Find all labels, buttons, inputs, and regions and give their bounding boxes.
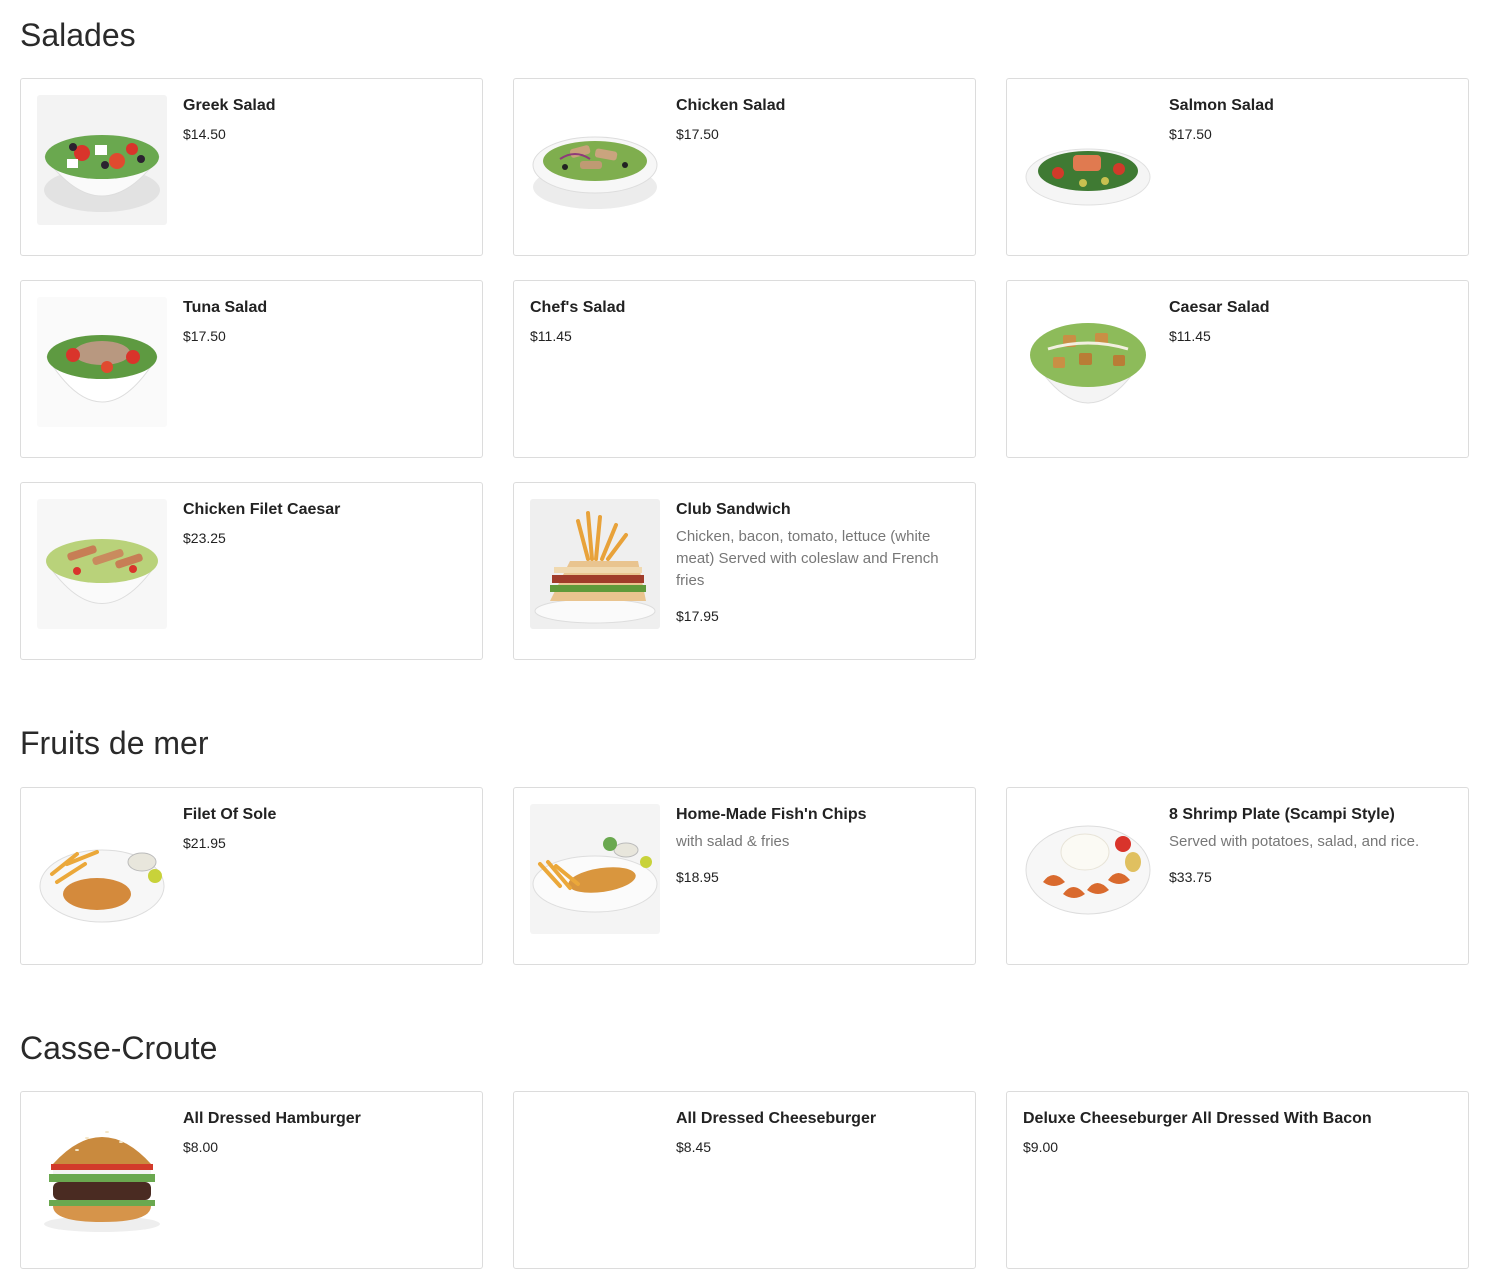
item-price: $11.45: [1169, 328, 1211, 344]
menu-item-card[interactable]: Deluxe Cheeseburger All Dressed With Bac…: [1006, 1091, 1469, 1269]
item-name: Home-Made Fish'n Chips: [676, 806, 867, 823]
menu-item-card[interactable]: Greek Salad $14.50: [20, 78, 483, 256]
item-name: Filet Of Sole: [183, 806, 277, 823]
item-price: $23.25: [183, 530, 226, 546]
item-price: $9.00: [1023, 1139, 1059, 1155]
greek-salad-photo: [37, 95, 167, 225]
caesar-salad-photo: [1023, 297, 1153, 427]
item-name: Caesar Salad: [1169, 299, 1270, 316]
item-price: $11.45: [530, 328, 572, 344]
menu-item-card[interactable]: Salmon Salad $17.50: [1006, 78, 1469, 256]
section-fruits-de-mer: Fruits de mer Filet Of Sole $21.95 Home-…: [20, 660, 1470, 965]
menu-item-card[interactable]: 8 Shrimp Plate (Scampi Style) Served wit…: [1006, 787, 1469, 965]
section-casse-croute: Casse-Croute All Dressed Hamburger $8.00…: [20, 965, 1470, 1269]
menu-item-card[interactable]: Chicken Salad $17.50: [513, 78, 976, 256]
item-name: Salmon Salad: [1169, 97, 1274, 114]
menu: Salades Greek Salad $14.50 Chicken Salad…: [20, 0, 1470, 1269]
item-price: $8.45: [676, 1139, 712, 1155]
fish-and-chips-photo: [530, 804, 660, 934]
item-price: $17.95: [676, 608, 719, 624]
section-title: Salades: [20, 17, 136, 53]
hamburger-photo: [37, 1108, 167, 1238]
item-name: Chicken Filet Caesar: [183, 501, 341, 518]
item-name: 8 Shrimp Plate (Scampi Style): [1169, 806, 1395, 823]
club-sandwich-photo: [530, 499, 660, 629]
item-name: Chicken Salad: [676, 97, 786, 114]
item-price: $17.50: [183, 328, 226, 344]
item-price: $14.50: [183, 126, 226, 142]
chicken-filet-caesar-photo: [37, 499, 167, 629]
tuna-salad-photo: [37, 297, 167, 427]
item-price: $33.75: [1169, 869, 1212, 885]
menu-item-card[interactable]: Home-Made Fish'n Chips with salad & frie…: [513, 787, 976, 965]
salmon-salad-photo: [1023, 95, 1153, 225]
item-name: Greek Salad: [183, 97, 276, 114]
item-name: Club Sandwich: [676, 501, 791, 518]
item-description: Served with potatoes, salad, and rice.: [1169, 833, 1420, 850]
menu-item-card[interactable]: Chef's Salad $11.45: [513, 280, 976, 458]
chicken-salad-photo: [530, 95, 660, 225]
menu-item-card[interactable]: Tuna Salad $17.50: [20, 280, 483, 458]
menu-item-card[interactable]: Caesar Salad $11.45: [1006, 280, 1469, 458]
item-description: with salad & fries: [676, 833, 790, 850]
menu-item-card[interactable]: All Dressed Cheeseburger $8.45: [513, 1091, 976, 1269]
item-name: Tuna Salad: [183, 299, 268, 316]
shrimp-plate-photo: [1023, 804, 1153, 934]
menu-item-card[interactable]: Filet Of Sole $21.95: [20, 787, 483, 965]
section-title: Fruits de mer: [20, 725, 209, 761]
section-salades: Salades Greek Salad $14.50 Chicken Salad…: [20, 0, 1470, 660]
item-name: Deluxe Cheeseburger All Dressed With Bac…: [1023, 1110, 1372, 1127]
section-title: Casse-Croute: [20, 1030, 218, 1066]
item-description: Chicken, bacon, tomato, lettuce (white m…: [676, 528, 939, 589]
item-name: All Dressed Cheeseburger: [676, 1110, 877, 1127]
blank-thumb: [530, 1108, 660, 1238]
filet-of-sole-photo: [37, 804, 167, 934]
menu-item-card[interactable]: All Dressed Hamburger $8.00: [20, 1091, 483, 1269]
menu-item-card[interactable]: Club Sandwich Chicken, bacon, tomato, le…: [513, 482, 976, 660]
item-price: $21.95: [183, 835, 226, 851]
item-price: $18.95: [676, 869, 719, 885]
menu-item-card[interactable]: Chicken Filet Caesar $23.25: [20, 482, 483, 660]
item-price: $17.50: [676, 126, 719, 142]
item-price: $8.00: [183, 1139, 219, 1155]
item-name: All Dressed Hamburger: [183, 1110, 361, 1127]
item-price: $17.50: [1169, 126, 1212, 142]
item-name: Chef's Salad: [530, 299, 626, 316]
